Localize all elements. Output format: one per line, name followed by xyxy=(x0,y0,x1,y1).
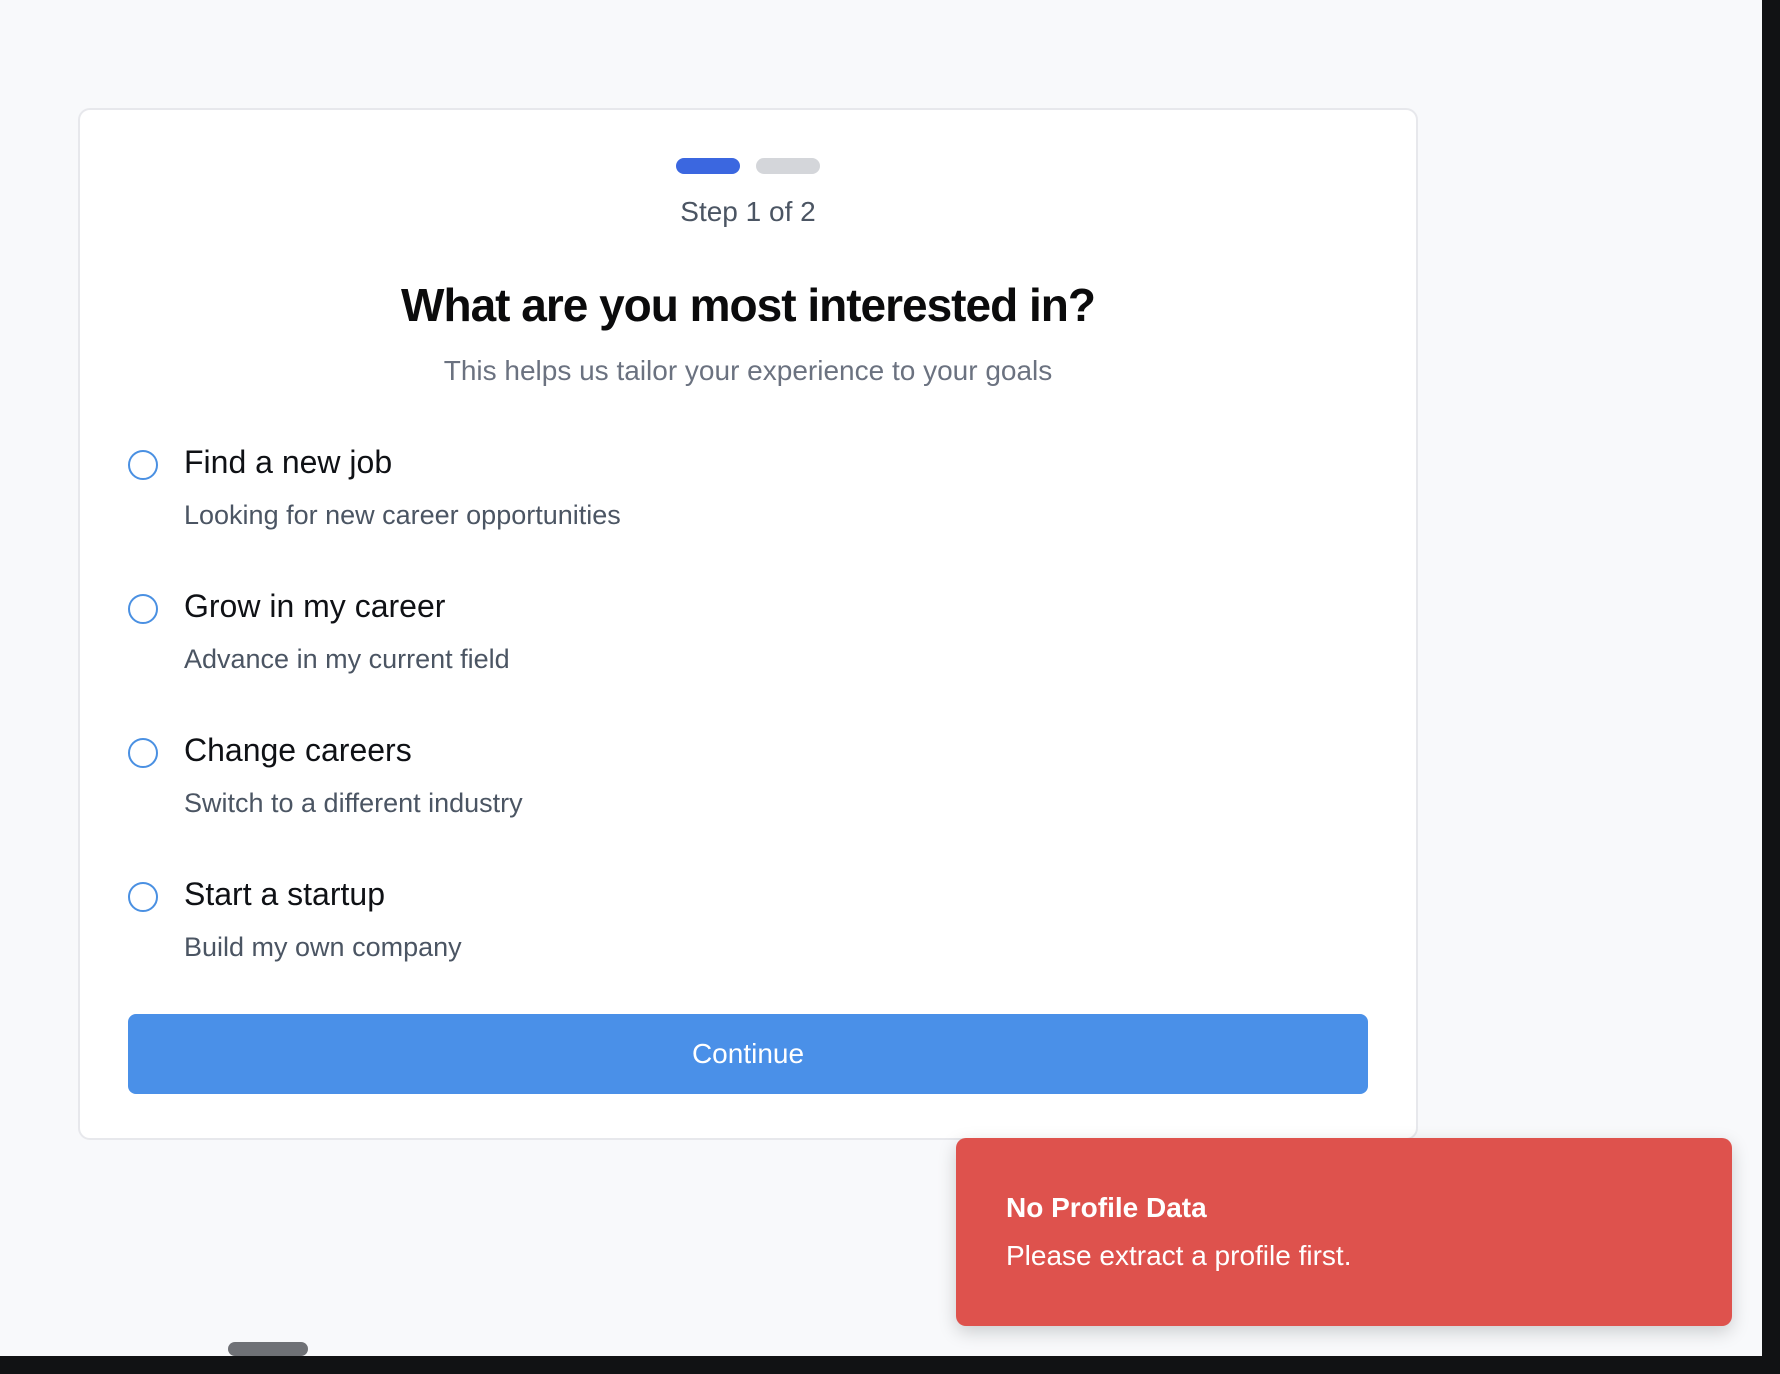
option-description: Looking for new career opportunities xyxy=(184,500,621,530)
step-progress-indicator xyxy=(80,158,1416,174)
option-find-new-job[interactable]: Find a new job Looking for new career op… xyxy=(128,440,1368,584)
option-grow-career[interactable]: Grow in my career Advance in my current … xyxy=(128,584,1368,728)
toast-message: Please extract a profile first. xyxy=(1006,1240,1352,1271)
onboarding-card: Step 1 of 2 What are you most interested… xyxy=(78,108,1418,1140)
step-2-indicator xyxy=(756,158,820,174)
continue-button[interactable]: Continue xyxy=(128,1014,1368,1094)
option-change-careers[interactable]: Change careers Switch to a different ind… xyxy=(128,728,1368,872)
step-label: Step 1 of 2 xyxy=(680,196,816,227)
error-toast[interactable]: No Profile Data Please extract a profile… xyxy=(956,1138,1732,1326)
page-title: What are you most interested in? xyxy=(401,279,1096,331)
option-description: Switch to a different industry xyxy=(184,788,523,818)
option-description: Build my own company xyxy=(184,932,462,962)
page-subtitle: This helps us tailor your experience to … xyxy=(443,355,1053,386)
radio-button[interactable] xyxy=(128,882,158,912)
window-edge-right xyxy=(1762,0,1780,1374)
option-title: Find a new job xyxy=(184,444,393,480)
app-viewport: Step 1 of 2 What are you most interested… xyxy=(0,0,1762,1356)
radio-button[interactable] xyxy=(128,450,158,480)
toast-title: No Profile Data xyxy=(1006,1192,1207,1223)
step-1-indicator xyxy=(676,158,740,174)
option-title: Grow in my career xyxy=(184,588,446,624)
radio-button[interactable] xyxy=(128,738,158,768)
option-start-startup[interactable]: Start a startup Build my own company xyxy=(128,872,1368,1016)
scroll-handle[interactable] xyxy=(228,1342,308,1356)
window-edge-bottom xyxy=(0,1356,1780,1374)
interest-options: Find a new job Looking for new career op… xyxy=(128,440,1368,1016)
option-title: Start a startup xyxy=(184,876,385,912)
radio-button[interactable] xyxy=(128,594,158,624)
option-description: Advance in my current field xyxy=(184,644,510,674)
option-title: Change careers xyxy=(184,732,412,768)
